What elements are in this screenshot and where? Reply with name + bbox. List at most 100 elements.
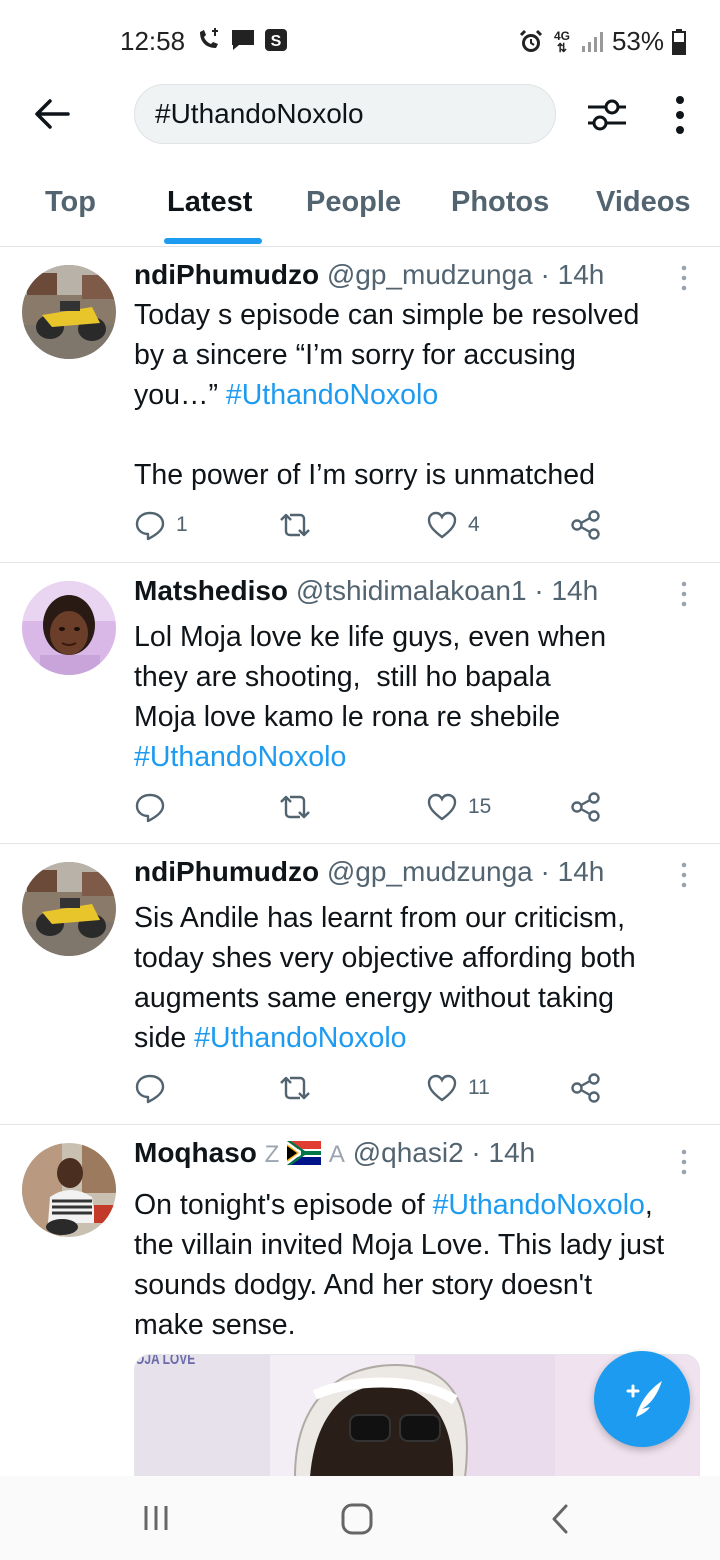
author-name[interactable]: Matshediso — [134, 575, 288, 606]
reply-count: 1 — [176, 513, 188, 536]
author-name[interactable]: ndiPhumudzo — [134, 856, 319, 887]
battery-percent: 53% — [611, 26, 664, 56]
like-button[interactable]: 15 — [426, 791, 491, 823]
tweet[interactable]: ndiPhumudzo @gp_mudzunga · 14h Today s e… — [0, 247, 720, 563]
search-input[interactable]: #UthandoNoxolo — [134, 84, 556, 144]
tab-people[interactable]: People — [306, 186, 401, 219]
hashtag-link[interactable]: #UthandoNoxolo — [194, 1022, 406, 1054]
like-button[interactable]: 11 — [426, 1072, 490, 1104]
tweet-line: , — [644, 1189, 653, 1221]
tweet-line: by a sincere “I’m sorry for accusing — [134, 339, 576, 371]
separator-dot: · — [471, 1137, 481, 1168]
tweet-time: 14h — [557, 856, 605, 887]
signal-icon — [581, 31, 603, 52]
retweet-button[interactable] — [278, 791, 312, 823]
battery-icon — [672, 28, 686, 55]
author-name[interactable]: ndiPhumudzo — [134, 259, 319, 290]
network-4g-icon: 4G ⇅ — [553, 28, 570, 55]
active-tab-indicator — [164, 238, 262, 244]
author-handle[interactable]: @gp_mudzunga — [327, 259, 533, 290]
share-button[interactable] — [570, 1072, 602, 1104]
more-vertical-icon[interactable] — [680, 862, 688, 888]
heart-icon — [427, 1074, 457, 1102]
avatar[interactable] — [22, 581, 116, 675]
back-icon[interactable] — [546, 1502, 574, 1536]
reply-icon — [135, 1074, 165, 1104]
status-time: 12:58 — [120, 26, 186, 56]
author-handle[interactable]: @gp_mudzunga — [327, 856, 533, 887]
compose-tweet-button[interactable] — [594, 1351, 690, 1447]
tab-videos[interactable]: Videos — [596, 186, 691, 219]
south-africa-flag-icon — [287, 1141, 322, 1165]
like-count: 15 — [468, 795, 492, 818]
alarm-icon — [519, 29, 543, 52]
tweet-line: you…” — [134, 379, 226, 411]
tweet-line: today shes very objective affording both — [134, 942, 636, 974]
reply-button[interactable] — [134, 1072, 166, 1104]
reply-button[interactable]: 1 — [134, 509, 188, 541]
avatar[interactable] — [22, 265, 116, 359]
tweet-line: make sense. — [134, 1309, 296, 1341]
hashtag-link[interactable]: #UthandoNoxolo — [134, 737, 704, 777]
back-arrow-icon[interactable] — [32, 92, 72, 136]
heart-icon — [427, 793, 457, 821]
tweet-text: Today s episode can simple be resolved b… — [134, 295, 704, 495]
retweet-button[interactable] — [278, 1072, 312, 1104]
recent-apps-icon[interactable] — [142, 1502, 170, 1534]
tweet-line: Moja love kamo le rona re shebile — [134, 701, 561, 733]
more-vertical-icon[interactable] — [680, 1149, 688, 1175]
tab-latest[interactable]: Latest — [167, 186, 252, 219]
tweet-text: Lol Moja love ke life guys, even when th… — [134, 617, 704, 777]
avatar[interactable] — [22, 862, 116, 956]
system-navigation-bar — [0, 1476, 720, 1560]
like-count: 4 — [468, 513, 480, 536]
retweet-button[interactable] — [278, 509, 312, 541]
author-handle[interactable]: @qhasi2 — [353, 1137, 464, 1168]
more-vertical-icon[interactable] — [680, 581, 688, 607]
home-icon[interactable] — [340, 1502, 374, 1536]
tweet-line: the villain invited Moja Love. This lady… — [134, 1229, 665, 1261]
share-icon — [571, 1073, 600, 1103]
tweet-line: Lol Moja love ke life guys, even when — [134, 621, 607, 653]
name-badge-z: Z — [264, 1141, 280, 1168]
tweet-actions: 15 — [134, 791, 614, 831]
share-button[interactable] — [570, 509, 602, 541]
heart-icon — [427, 511, 457, 539]
reply-icon — [135, 511, 165, 541]
tab-top[interactable]: Top — [45, 186, 96, 219]
tweet-line: Sis Andile has learnt from our criticism… — [134, 902, 625, 934]
hashtag-link[interactable]: #UthandoNoxolo — [433, 1189, 645, 1221]
tweet-line: The power of I’m sorry is unmatched — [134, 459, 595, 491]
filter-sliders-icon[interactable] — [586, 94, 628, 136]
compose-tweet-icon — [626, 1381, 662, 1417]
tweet-line: Today s episode can simple be resolved — [134, 299, 640, 331]
tweet-time: 14h — [557, 259, 605, 290]
tweet-time: 14h — [488, 1137, 536, 1168]
wifi-call-icon — [200, 28, 218, 48]
author-name[interactable]: Moqhaso — [134, 1137, 257, 1168]
author-handle[interactable]: @tshidimalakoan1 — [296, 575, 527, 606]
s-app-icon: S — [265, 29, 287, 51]
retweet-icon — [280, 795, 310, 819]
avatar[interactable] — [22, 1143, 116, 1237]
reply-button[interactable] — [134, 791, 166, 823]
tweet-line: side — [134, 1022, 195, 1054]
message-icon — [232, 30, 254, 50]
tweet[interactable]: ndiPhumudzo @gp_mudzunga · 14h Sis Andil… — [0, 844, 720, 1125]
separator-dot: · — [540, 259, 550, 290]
media-logo-text: OJA LOVE — [135, 1354, 196, 1368]
share-button[interactable] — [570, 791, 602, 823]
tweet[interactable]: Matshediso @tshidimalakoan1 · 14h Lol Mo… — [0, 563, 720, 844]
share-icon — [571, 792, 600, 822]
hashtag-link[interactable]: #UthandoNoxolo — [226, 379, 438, 411]
tweet-line: they are shooting, still ho bapala — [134, 661, 551, 693]
tweet-line: On tonight's episode of — [134, 1189, 433, 1221]
more-vertical-icon[interactable] — [680, 265, 688, 291]
tab-photos[interactable]: Photos — [451, 186, 549, 219]
like-button[interactable]: 4 — [426, 509, 480, 541]
retweet-icon — [280, 1076, 310, 1100]
more-vertical-icon[interactable] — [672, 94, 688, 136]
reply-icon — [135, 793, 165, 823]
name-badge-a: A — [328, 1141, 345, 1168]
tweet-line: augments same energy without taking — [134, 982, 615, 1014]
